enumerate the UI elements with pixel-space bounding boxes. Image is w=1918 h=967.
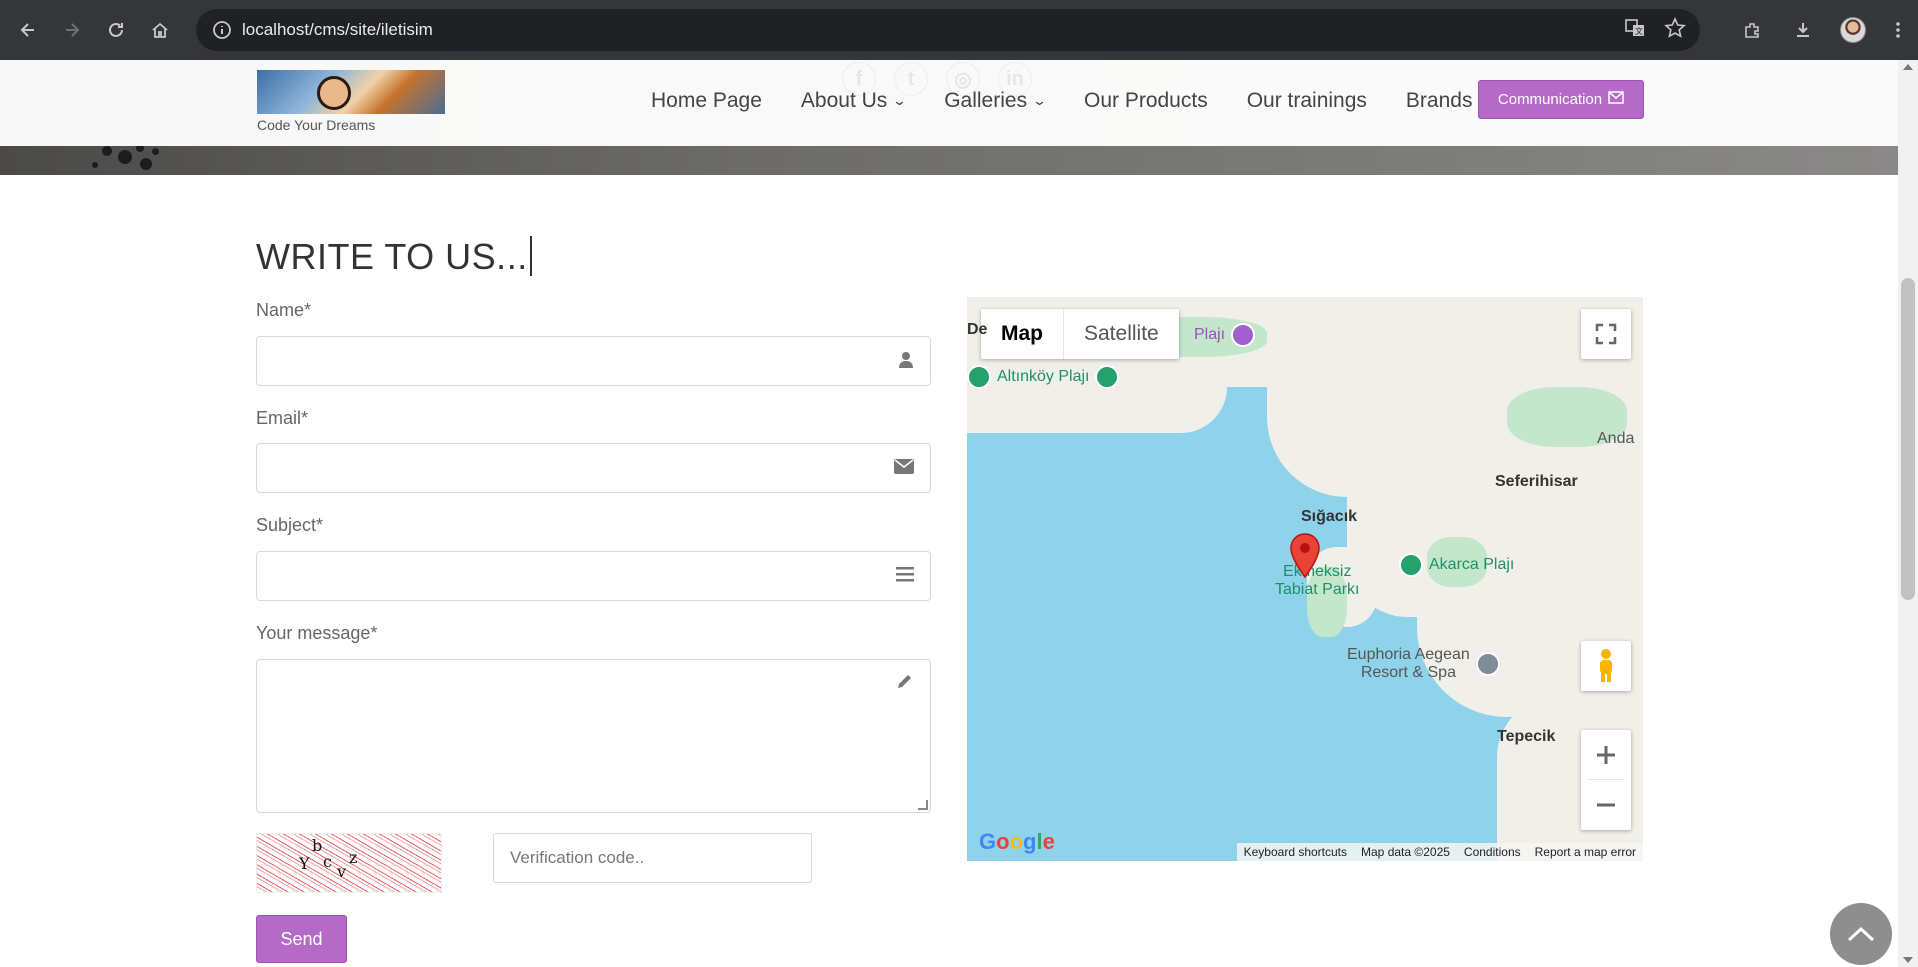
chevron-down-icon: ⌄ — [1031, 93, 1048, 108]
site-header: f t ◎ in Code Your Dreams Home Page Abou… — [0, 60, 1898, 146]
subject-label: Subject* — [256, 515, 324, 535]
page-scrollbar[interactable] — [1898, 60, 1918, 967]
scroll-to-top-button[interactable] — [1830, 903, 1892, 965]
zoom-in-icon[interactable] — [1588, 730, 1624, 780]
scrollbar-thumb[interactable] — [1901, 278, 1915, 600]
map-marker-icon[interactable] — [1289, 533, 1321, 579]
map-type-control: Map Satellite — [981, 309, 1179, 359]
star-icon[interactable] — [1664, 16, 1686, 44]
message-label: Your message* — [256, 623, 378, 643]
menu-label: Home Page — [651, 89, 762, 112]
map-data-text: Map data ©2025 — [1361, 845, 1450, 859]
name-label: Name* — [256, 300, 312, 320]
fullscreen-icon[interactable] — [1581, 309, 1631, 359]
site-tagline: Code Your Dreams — [257, 117, 376, 133]
hotel-icon — [1475, 652, 1500, 676]
zoom-out-icon[interactable] — [1595, 780, 1617, 830]
envelope-icon — [1608, 91, 1624, 108]
beach-icon — [1399, 553, 1423, 577]
map-poi-plaji[interactable]: Plajı — [1194, 323, 1256, 347]
send-button[interactable]: Send — [256, 915, 347, 963]
captcha-image: b Y c v z — [256, 833, 442, 893]
map-label-tepecik: Tepecik — [1497, 728, 1556, 745]
map-type-map[interactable]: Map — [981, 309, 1064, 359]
google-logo[interactable]: Google — [979, 829, 1055, 855]
pegman-icon[interactable] — [1581, 641, 1631, 691]
menu-label: Our trainings — [1246, 89, 1367, 112]
message-textarea[interactable] — [256, 659, 931, 813]
map-poi-akarca[interactable]: Akarca Plajı — [1399, 553, 1514, 577]
menu-kebab-icon[interactable] — [1878, 8, 1918, 52]
subject-field[interactable] — [256, 551, 931, 601]
menu-label: Galleries — [944, 89, 1028, 112]
profile-avatar[interactable] — [1828, 8, 1878, 52]
camera-icon — [1231, 323, 1256, 347]
menu-item-products[interactable]: Our Products — [1084, 89, 1208, 113]
menu-item-trainings[interactable]: Our trainings — [1247, 89, 1367, 113]
menu-item-galleries[interactable]: Galleries ⌄ — [944, 89, 1048, 113]
reload-icon[interactable] — [94, 8, 138, 52]
keyboard-shortcuts-link[interactable]: Keyboard shortcuts — [1237, 845, 1354, 859]
menu-label: Our Products — [1083, 89, 1208, 112]
forward-icon[interactable] — [50, 8, 94, 52]
map-label-de: De — [967, 321, 988, 338]
name-field[interactable] — [256, 336, 931, 386]
map-poi-altinkoy[interactable]: Altınköy Plajı — [967, 365, 1120, 389]
map-poi-euphoria[interactable]: Euphoria Aegean Resort & Spa — [1347, 646, 1500, 682]
beach-icon — [967, 365, 991, 389]
menu-item-brands[interactable]: Brands — [1406, 89, 1473, 113]
report-error-link[interactable]: Report a map error — [1528, 845, 1643, 859]
site-logo[interactable] — [257, 70, 445, 114]
url-text[interactable]: localhost/cms/site/iletisim — [242, 20, 433, 40]
download-icon[interactable] — [1778, 8, 1828, 52]
zoom-control — [1581, 730, 1631, 830]
map-label-anda: Anda — [1597, 430, 1635, 447]
list-icon — [896, 566, 914, 587]
extensions-icon[interactable] — [1728, 8, 1778, 52]
communication-label: Communication — [1497, 91, 1603, 108]
translate-icon[interactable]: 文 — [1624, 17, 1646, 44]
back-icon[interactable] — [6, 8, 50, 52]
menu-label: About Us — [800, 89, 888, 112]
main-menu: Home Page About Us ⌄ Galleries ⌄ Our Produ… — [651, 89, 1511, 113]
site-info-icon[interactable] — [204, 20, 240, 40]
chevron-up-icon — [1847, 926, 1875, 942]
beach-icon — [1095, 365, 1120, 389]
pencil-icon — [896, 672, 914, 695]
svg-text:文: 文 — [1635, 26, 1643, 36]
menu-item-about[interactable]: About Us ⌄ — [800, 89, 908, 113]
page-title: WRITE TO US... — [256, 236, 532, 278]
envelope-icon — [894, 458, 914, 479]
menu-item-home[interactable]: Home Page — [651, 89, 762, 113]
page-content: f t ◎ in Code Your Dreams Home Page Abou… — [0, 60, 1898, 967]
resize-handle-icon[interactable] — [918, 800, 928, 810]
email-label: Email* — [256, 408, 309, 428]
chevron-down-icon: ⌄ — [892, 93, 908, 108]
verification-code-input[interactable]: Verification code.. — [493, 833, 812, 883]
google-map[interactable]: Map Satellite De Plajı Altınköy Plajı An… — [967, 297, 1643, 861]
address-bar[interactable]: localhost/cms/site/iletisim 文 — [196, 9, 1700, 51]
conditions-link[interactable]: Conditions — [1457, 845, 1528, 859]
email-field[interactable] — [256, 443, 931, 493]
communication-button[interactable]: Communication — [1478, 80, 1644, 119]
scroll-down-icon[interactable] — [1903, 957, 1913, 963]
map-label-sigacik: Sığacık — [1301, 508, 1358, 525]
scroll-up-icon[interactable] — [1903, 64, 1913, 70]
map-attribution: Keyboard shortcuts Map data ©2025 Condit… — [1236, 843, 1643, 861]
home-icon[interactable] — [138, 8, 182, 52]
user-icon — [898, 351, 914, 374]
menu-label: Brands — [1405, 89, 1473, 112]
map-type-satellite[interactable]: Satellite — [1064, 309, 1179, 359]
browser-toolbar: localhost/cms/site/iletisim 文 — [0, 0, 1918, 60]
map-label-seferihisar: Seferihisar — [1495, 473, 1578, 490]
